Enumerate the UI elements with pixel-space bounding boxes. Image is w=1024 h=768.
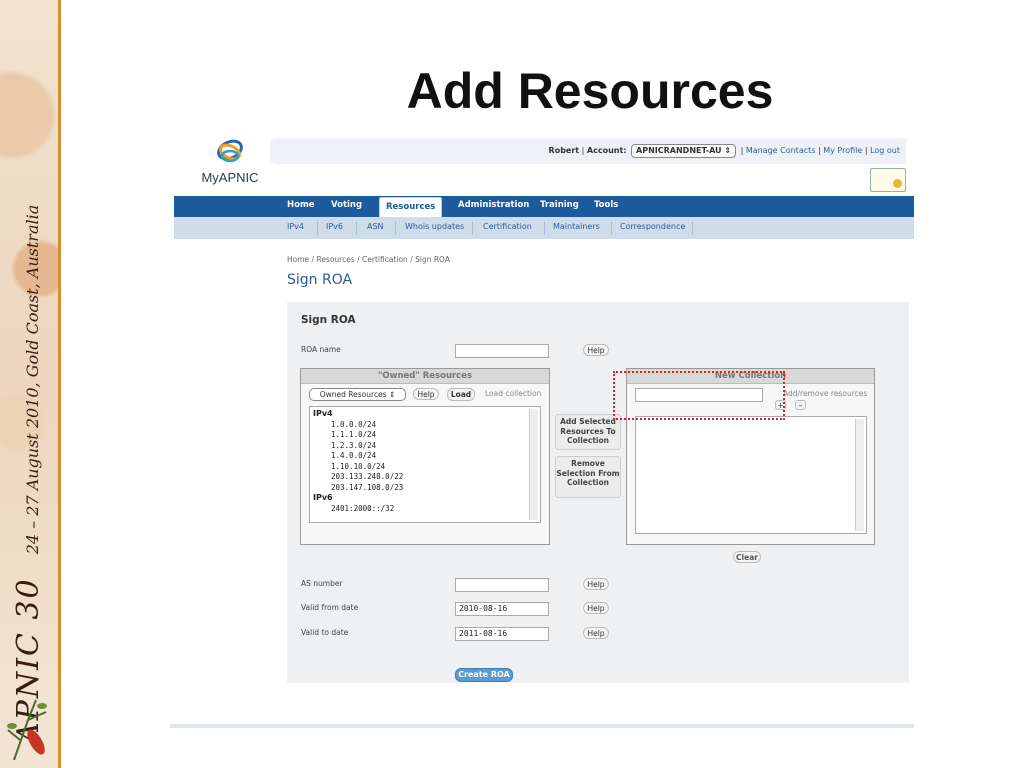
clear-button[interactable]: Clear [733,551,761,563]
event-banner: APNIC 30 24 – 27 August 2010, Gold Coast… [0,0,58,768]
list-item[interactable]: 1.4.0.0/24 [313,451,537,462]
slide-title: Add Resources [406,63,774,119]
subnav-divider [472,221,473,235]
seal-icon [893,179,902,188]
banner-event-dates: 24 – 27 August 2010, Gold Coast, Austral… [23,204,42,555]
ipv6-group-label: IPv6 [313,493,333,502]
owned-resources-select[interactable]: Owned Resources ⇕ [309,388,406,401]
as-number-label: AS number [301,579,343,588]
myapnic-logo[interactable]: MyAPNIC [200,136,260,185]
apnic-logo-icon [217,139,243,163]
subnav-ipv6[interactable]: IPv6 [326,217,343,239]
subnav-whois-updates[interactable]: Whois updates [405,217,464,239]
subnav-correspondence[interactable]: Correspondence [620,217,685,239]
flower-illustration [7,699,47,760]
roa-name-help-button[interactable]: Help [583,344,609,356]
valid-from-help-button[interactable]: Help [583,602,609,614]
as-number-input[interactable] [455,578,549,592]
list-item[interactable]: 203.147.108.0/23 [313,483,537,494]
subnav-certification[interactable]: Certification [483,217,532,239]
owned-help-button[interactable]: Help [413,388,439,400]
subnav-asn[interactable]: ASN [367,217,384,239]
valid-to-help-button[interactable]: Help [583,627,609,639]
subnav-maintainers[interactable]: Maintainers [553,217,600,239]
roa-name-input[interactable] [455,344,549,358]
subnav-divider [692,221,693,235]
list-item[interactable]: 1.2.3.0/24 [313,441,537,452]
add-selected-resources-button[interactable]: Add Selected Resources To Collection [555,414,621,450]
owned-select-value: Owned Resources [319,390,387,399]
account-value: APNICRANDNET-AU [636,146,722,155]
nav-training[interactable]: Training [540,196,579,217]
banner-divider [58,0,61,768]
nav-administration[interactable]: Administration [458,196,529,217]
manage-contacts-link[interactable]: Manage Contacts [746,146,816,155]
list-item[interactable]: 1.0.0.0/24 [313,420,537,431]
account-select[interactable]: APNICRANDNET-AU ⇕ [631,144,737,158]
create-roa-button[interactable]: Create ROA [455,668,513,682]
owned-resources-box: "Owned" Resources Owned Resources ⇕ Help… [300,368,550,545]
owned-resources-list[interactable]: IPv4 1.0.0.0/24 1.1.1.0/24 1.2.3.0/24 1.… [309,406,541,523]
log-out-link[interactable]: Log out [870,146,900,155]
list-item[interactable]: 203.133.248.0/22 [313,472,537,483]
my-profile-link[interactable]: My Profile [823,146,862,155]
nav-resources[interactable]: Resources [379,197,443,218]
sign-roa-panel: Sign ROA ROA name Help "Owned" Resources… [287,302,909,683]
myapnic-window: MyAPNIC Robert | Account: APNICRANDNET-A… [170,128,914,728]
new-collection-list[interactable] [635,416,867,534]
certificate-icon[interactable] [870,168,906,192]
banner-caption: APNIC 30 24 – 27 August 2010, Gold Coast… [9,24,49,744]
user-name: Robert [548,146,580,155]
valid-from-label: Valid from date [301,603,359,612]
list-item[interactable]: 1.1.1.0/24 [313,430,537,441]
remove-resource-button[interactable]: – [795,400,806,410]
section-title: Sign ROA [301,314,356,326]
valid-to-label: Valid to date [301,628,349,637]
sub-nav: IPv4 IPv6 ASN Whois updates Certificatio… [174,217,914,239]
owned-resources-title: "Owned" Resources [301,369,549,384]
subnav-ipv4[interactable]: IPv4 [287,217,304,239]
roa-name-label: ROA name [301,345,341,354]
account-label: Account: [586,146,627,155]
as-number-help-button[interactable]: Help [583,578,609,590]
add-remove-label: Add/remove resources [783,389,868,398]
ipv4-group-label: IPv4 [313,409,333,418]
load-collection-link[interactable]: Load collection [485,389,541,398]
subnav-divider [544,221,545,235]
valid-from-input[interactable] [455,602,549,616]
list-item[interactable]: 2401:2000::/32 [313,504,537,515]
list-scrollbar[interactable] [855,419,864,531]
subnav-divider [395,221,396,235]
account-bar: Robert | Account: APNICRANDNET-AU ⇕ | Ma… [270,138,906,164]
main-nav: Home Voting Resources Administration Tra… [174,196,914,218]
remove-selection-button[interactable]: Remove Selection From Collection [555,456,621,498]
logo-text: MyAPNIC [201,170,259,185]
list-item[interactable]: 1.10.10.0/24 [313,462,537,473]
breadcrumb: Home / Resources / Certification / Sign … [287,255,450,264]
subnav-divider [356,221,357,235]
subnav-divider [317,221,318,235]
page-title: Sign ROA [287,272,353,288]
highlight-annotation [613,371,785,420]
nav-voting[interactable]: Voting [331,196,362,217]
subnav-divider [611,221,612,235]
nav-tools[interactable]: Tools [594,196,618,217]
list-scrollbar[interactable] [529,409,538,520]
nav-home[interactable]: Home [287,196,315,217]
load-button[interactable]: Load [447,388,475,401]
valid-to-input[interactable] [455,627,549,641]
